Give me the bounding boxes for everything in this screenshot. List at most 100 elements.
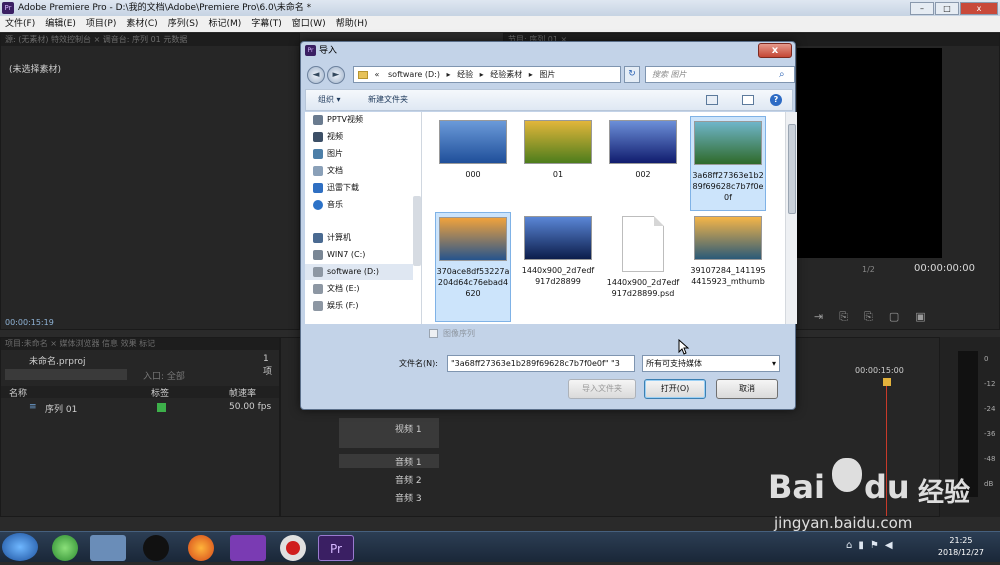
close-window-icon[interactable]: x [960,2,998,15]
project-row-sequence[interactable]: ≡ 序列 01 50.00 fps [1,402,279,415]
clock-date: 2018/12/27 [937,548,984,557]
file-item[interactable]: 01 [520,116,596,226]
breadcrumb-folder[interactable]: 经验素材 [490,70,522,79]
address-bar[interactable]: « software (D:) ▸ 经验 ▸ 经验素材 ▸ 图片 [353,66,621,83]
program-resolution[interactable]: 1/2 [862,265,875,274]
system-clock[interactable]: 21:25 2018/12/27 [938,535,984,559]
image-sequence-checkbox[interactable] [429,329,438,338]
file-list-scrollbar[interactable] [785,112,797,324]
scrollbar-thumb[interactable] [788,124,796,214]
breadcrumb-drive[interactable]: software (D:) [388,70,440,79]
menu-file[interactable]: 文件(F) [0,16,40,32]
audio-track-1-header[interactable]: 音频 1 [339,454,439,468]
media-app-icon[interactable] [230,535,266,561]
premiere-taskbar-icon[interactable]: Pr [318,535,354,561]
breadcrumb-folder[interactable]: 经验 [457,70,473,79]
breadcrumb-separator[interactable]: ▸ [480,70,484,79]
file-item[interactable]: 000 [435,116,511,226]
preview-pane-icon[interactable] [742,95,754,105]
filename-input[interactable]: "3a68ff27363e1b289f69628c7b7f0e0f" "3 [447,355,635,372]
nav-item-pictures[interactable]: 图片 [305,146,413,162]
menu-marker[interactable]: 标记(M) [203,16,246,32]
menu-title[interactable]: 字幕(T) [246,16,287,32]
audio-track-3-header[interactable]: 音频 3 [339,490,439,504]
recorder-icon[interactable] [280,535,306,561]
file-item[interactable]: 1440x900_2d7edf917d28899 [520,212,596,322]
qq-icon[interactable] [143,535,169,561]
source-panel-tabs[interactable]: 源: (无素材) 特效控制台 × 调音台: 序列 01 元数据 [1,34,299,46]
audio-track-2-label: 音频 2 [395,476,422,486]
file-item-selected[interactable]: 3a68ff27363e1b289f69628c7b7f0e0f [690,116,766,211]
refresh-icon[interactable]: ↻ [624,66,640,83]
breadcrumb-current[interactable]: 图片 [539,70,555,79]
picture-library-icon [313,149,323,159]
help-icon[interactable]: ? [770,94,782,106]
nav-item-videos[interactable]: 视频 [305,129,413,145]
open-button[interactable]: 打开(O) [644,379,706,399]
nav-item-label: 计算机 [327,233,351,242]
audio-track-2-header[interactable]: 音频 2 [339,472,439,486]
new-folder-button[interactable]: 新建文件夹 [368,90,408,110]
video-track-header[interactable]: 视频 1 [339,418,439,448]
search-input[interactable]: 搜索 图片 [645,66,795,83]
window-controls: – □ x [909,1,998,17]
nav-item-thunder-downloads[interactable]: 迅雷下载 [305,180,413,196]
menu-clip[interactable]: 素材(C) [121,16,162,32]
menu-project[interactable]: 项目(P) [81,16,121,32]
nav-pane-scrollbar[interactable] [413,196,421,266]
file-item-selected[interactable]: 370ace8df53227a204d64c76ebad4620 [435,212,511,322]
file-item[interactable]: 1440x900_2d7edf917d28899.psd [605,212,681,322]
in-point-filter[interactable]: 入口: 全部 [143,369,185,382]
start-button[interactable] [2,533,38,561]
view-options-icon[interactable] [706,95,718,105]
cancel-button[interactable]: 取消 [716,379,778,399]
nav-item-computer[interactable]: 计算机 [305,230,413,246]
nav-item-drive-d[interactable]: software (D:) [305,264,413,280]
transport-controls[interactable]: ⇥⎘⎘▢▣ [814,310,942,324]
nav-item-drive-c[interactable]: WIN7 (C:) [305,247,413,263]
nav-item-drive-f[interactable]: 娱乐 (F:) [305,298,413,314]
column-label[interactable]: 标签 [151,386,169,399]
playhead-marker[interactable] [883,378,891,386]
project-search-input[interactable] [5,369,127,380]
document-file-icon [622,216,664,272]
nav-item-music[interactable]: 音乐 [305,197,413,213]
sequence-fps: 50.00 fps [229,402,272,412]
dialog-close-button[interactable]: x [758,43,792,58]
nav-item-pptv[interactable]: PPTV视频 [305,112,413,128]
browser-360-icon[interactable] [52,535,78,561]
menu-help[interactable]: 帮助(H) [331,16,373,32]
breadcrumb-separator[interactable]: ▸ [529,70,533,79]
tray-icons[interactable]: ⌂▮⚑◀ [846,540,899,551]
drive-icon [313,284,323,294]
file-item[interactable]: 002 [605,116,681,226]
dialog-toolbar: 组织 ▾ 新建文件夹 ? [305,89,793,111]
back-icon[interactable]: ◄ [307,66,325,84]
explorer-icon[interactable] [90,535,126,561]
column-name[interactable]: 名称 [9,386,27,399]
import-folder-button[interactable]: 导入文件夹 [568,379,636,399]
program-timecode: 00:00:00:00 [914,263,976,274]
nav-item-documents[interactable]: 文档 [305,163,413,179]
maximize-icon[interactable]: □ [935,2,959,15]
organize-button[interactable]: 组织 ▾ [318,90,341,110]
menu-sequence[interactable]: 序列(S) [163,16,204,32]
search-icon[interactable]: ⌕ [779,69,785,80]
file-type-select[interactable]: 所有可支持媒体 ▾ [642,355,780,372]
premiere-dialog-icon: Pr [305,45,316,56]
dialog-title-bar[interactable]: Pr 导入 x [301,42,795,62]
minimize-icon[interactable]: – [910,2,934,15]
address-overflow[interactable]: « [375,70,380,79]
audio-track-3-label: 音频 3 [395,494,422,504]
source-timecode: 00:00:15:19 [5,318,54,327]
project-panel-tabs[interactable]: 项目:未命名 × 媒体浏览器 信息 效果 标记 [1,338,279,350]
file-item[interactable]: 39107284_1411954415923_mthumb [690,212,766,322]
firefox-icon[interactable] [188,535,214,561]
breadcrumb-separator[interactable]: ▸ [447,70,451,79]
column-fps[interactable]: 帧速率 [229,386,256,399]
forward-icon[interactable]: ► [327,66,345,84]
project-panel: 项目:未命名 × 媒体浏览器 信息 效果 标记 未命名.prproj 1 项 入… [0,337,280,517]
menu-window[interactable]: 窗口(W) [287,16,331,32]
menu-edit[interactable]: 编辑(E) [40,16,81,32]
nav-item-drive-e[interactable]: 文档 (E:) [305,281,413,297]
